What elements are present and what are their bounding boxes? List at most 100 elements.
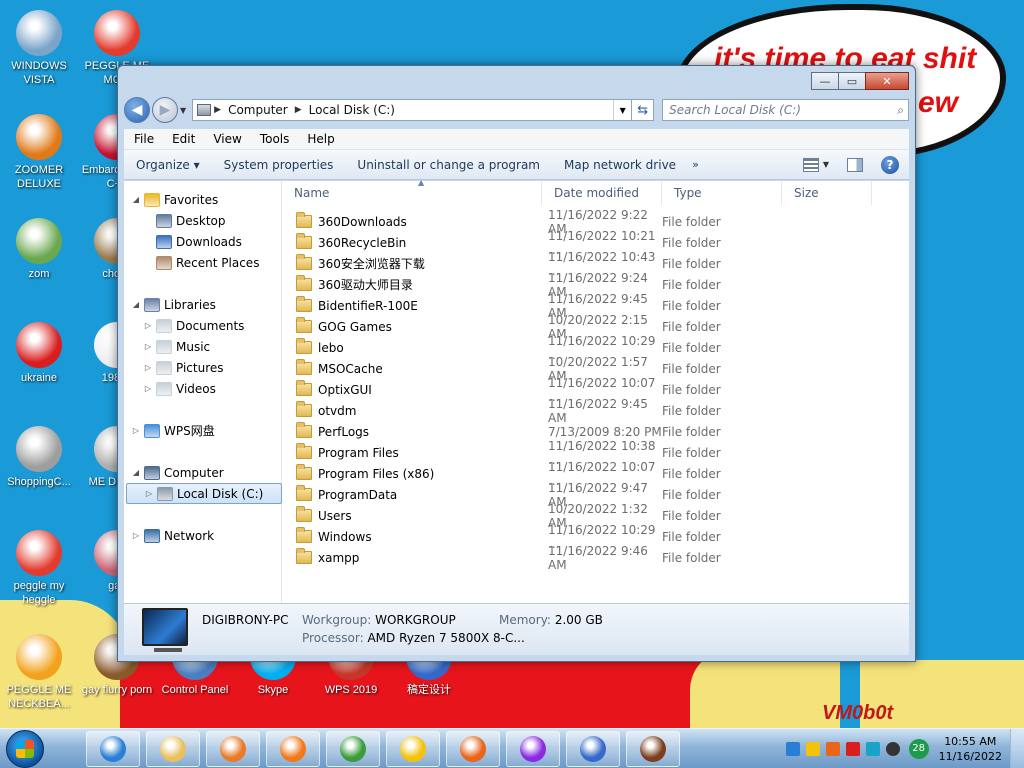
tray-icon[interactable] (805, 741, 820, 756)
menu-file[interactable]: File (124, 132, 162, 146)
menu-view[interactable]: View (203, 132, 249, 146)
desktop-icon[interactable]: peggle my heggle (0, 530, 78, 607)
preview-pane-icon[interactable] (847, 157, 863, 172)
menu-edit[interactable]: Edit (162, 132, 203, 146)
file-list[interactable]: Name Date modified Type Size ▲ 360Downlo… (282, 178, 909, 604)
organize-button[interactable]: Organize ▾ (124, 158, 212, 172)
system-properties-button[interactable]: System properties (212, 158, 346, 172)
expand-arrow-icon[interactable]: ◢ (130, 300, 142, 309)
details-pane: DIGIBRONY-PC Workgroup: WORKGROUP Memory… (124, 603, 909, 655)
desktop-icon[interactable]: ShoppingC... (0, 426, 78, 489)
desktop-icon[interactable]: PEGGLE ME NECKBEA... (0, 634, 78, 711)
folder-icon (296, 254, 312, 270)
search-input[interactable]: Search Local Disk (C:) ⌕ (662, 99, 909, 121)
file-row[interactable]: otvdm 11/16/2022 9:45 AM File folder (282, 397, 909, 425)
tree-item[interactable]: ▷ Music (124, 336, 210, 357)
taskbar-button-file-explorer[interactable] (146, 730, 200, 767)
taskbar-button-internet-explorer[interactable] (86, 730, 140, 767)
back-button[interactable]: ◀ (124, 97, 150, 123)
flag-icon[interactable] (845, 741, 860, 756)
tree-item[interactable]: Downloads (124, 231, 242, 252)
file-name: MSOCache (318, 361, 383, 376)
column-header-date[interactable]: Date modified (542, 181, 662, 205)
taskbar-button-firefox[interactable] (446, 730, 500, 767)
forward-button[interactable]: ▶ (152, 97, 178, 123)
minimize-button[interactable]: — (811, 72, 839, 90)
maximize-button[interactable]: ▭ (838, 72, 866, 90)
tree-item[interactable]: ◢ Computer (124, 462, 224, 483)
tree-item[interactable]: Desktop (124, 210, 226, 231)
file-date: 7/13/2009 8:20 PM (548, 424, 662, 439)
refresh-icon[interactable]: ⇆ (632, 99, 655, 121)
taskbar-button-gaoding[interactable] (566, 730, 620, 767)
file-name: lebo (318, 340, 344, 355)
tree-item[interactable]: ▷ Local Disk (C:) (126, 483, 282, 504)
menu-help[interactable]: Help (297, 132, 342, 146)
navigation-pane[interactable]: ◢ Favorites Desktop Downloads Recent Places ◢… (124, 181, 282, 604)
expand-arrow-icon[interactable]: ▷ (142, 321, 154, 330)
address-dropdown-icon[interactable]: ▼ (613, 100, 631, 120)
taskbar-button-plus-app[interactable] (386, 730, 440, 767)
column-header-type[interactable]: Type (662, 181, 782, 205)
expand-arrow-icon[interactable]: ▷ (142, 384, 154, 393)
more-commands-button[interactable]: » (688, 158, 703, 171)
drive-icon (197, 104, 212, 116)
expand-arrow-icon[interactable]: ◢ (130, 195, 142, 204)
expand-arrow-icon[interactable]: ◢ (130, 468, 142, 477)
folder-icon (296, 317, 312, 333)
tree-item[interactable]: ◢ Libraries (124, 294, 216, 315)
menu-tools[interactable]: Tools (250, 132, 298, 146)
breadcrumb-separator-icon[interactable]: ▶ (292, 105, 305, 115)
close-button[interactable]: ✕ (865, 72, 909, 90)
address-bar[interactable]: ▶ Computer ▶ Local Disk (C:) ▼ (192, 99, 633, 121)
notification-badge[interactable]: 28 (908, 738, 929, 759)
tree-item[interactable]: Recent Places (124, 252, 259, 273)
tree-item[interactable]: ▷ Documents (124, 315, 244, 336)
expand-arrow-icon[interactable]: ▷ (142, 342, 154, 351)
desktop-icon[interactable]: ukraine (0, 322, 78, 385)
breadcrumb-computer[interactable]: Computer (224, 103, 292, 117)
taskbar-button-media-player[interactable] (206, 730, 260, 767)
network-icon[interactable] (865, 741, 880, 756)
workgroup-value: WORKGROUP (375, 613, 456, 627)
view-dropdown-icon[interactable]: ▼ (823, 160, 829, 169)
help-icon[interactable]: ? (881, 155, 899, 174)
change-view-icon[interactable] (802, 157, 819, 172)
mask-app-icon (520, 735, 546, 762)
taskbar-button-chrome[interactable] (326, 730, 380, 767)
column-header-name[interactable]: Name (282, 181, 542, 205)
breadcrumb-local-disk[interactable]: Local Disk (C:) (305, 103, 399, 117)
expand-arrow-icon[interactable]: ▷ (130, 426, 142, 435)
start-button[interactable] (6, 729, 44, 768)
column-header-size[interactable]: Size (782, 181, 872, 205)
taskbar-button-mask-app[interactable] (506, 730, 560, 767)
explorer-window[interactable]: — ▭ ✕ ◀ ▶ ▼ ▶ Computer ▶ Local Disk (C:)… (117, 65, 916, 662)
desktop-icon[interactable]: ZOOMER DELUXE (0, 114, 78, 191)
taskbar-button-sword-app[interactable] (626, 730, 680, 767)
show-desktop-button[interactable] (1010, 729, 1024, 768)
tree-item[interactable]: ▷ Pictures (124, 357, 224, 378)
tray-icon[interactable] (785, 741, 800, 756)
desktop-icon[interactable]: zom (0, 218, 78, 281)
breadcrumb-separator-icon[interactable]: ▶ (211, 105, 224, 115)
file-type: File folder (662, 529, 721, 544)
file-row[interactable]: xampp 11/16/2022 9:46 AM File folder (282, 544, 909, 572)
expand-arrow-icon[interactable]: ▷ (130, 531, 142, 540)
tree-item[interactable]: ▷ Network (124, 525, 214, 546)
map-network-drive-button[interactable]: Map network drive (552, 158, 688, 172)
tree-item[interactable]: ▷ WPS网盘 (124, 420, 215, 441)
expand-arrow-icon[interactable]: ▷ (143, 489, 155, 498)
search-icon[interactable]: ⌕ (897, 103, 904, 118)
tree-item[interactable]: ◢ Favorites (124, 189, 218, 210)
desktop-icon[interactable]: WINDOWS VISTA (0, 10, 78, 87)
volume-icon[interactable] (885, 741, 900, 756)
tray-icon[interactable] (825, 741, 840, 756)
recent-pages-dropdown-icon[interactable]: ▼ (180, 106, 186, 115)
taskbar-button-uc-browser[interactable] (266, 730, 320, 767)
clock[interactable]: 10:55 AM 11/16/2022 (939, 734, 1002, 764)
computer-icon (142, 608, 188, 652)
uninstall-program-button[interactable]: Uninstall or change a program (345, 158, 552, 172)
expand-arrow-icon[interactable]: ▷ (142, 363, 154, 372)
file-type: File folder (662, 550, 721, 565)
tree-item[interactable]: ▷ Videos (124, 378, 216, 399)
